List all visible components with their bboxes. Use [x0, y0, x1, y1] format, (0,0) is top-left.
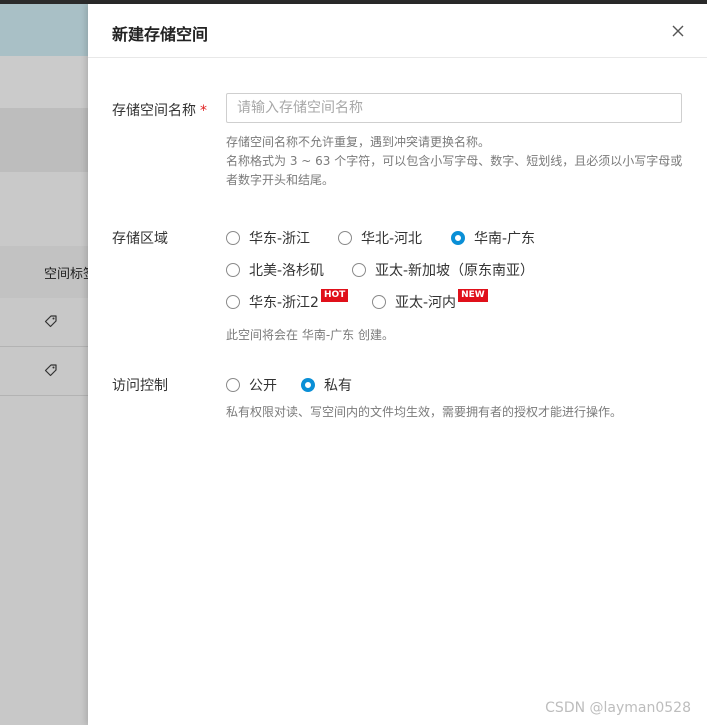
hot-badge: HOT — [320, 288, 349, 302]
create-bucket-drawer: 新建存储空间 存储空间名称* 存储空间名称不允许重复，遇到冲突请更换名称。 名称… — [88, 4, 707, 725]
radio-circle[interactable] — [338, 231, 352, 245]
radio-circle[interactable] — [226, 231, 240, 245]
hint-line: 名称格式为 3 ~ 63 个字符，可以包含小写字母、数字、短划线，且必须以小写字… — [226, 154, 683, 168]
drawer-header: 新建存储空间 — [88, 4, 707, 58]
bucket-name-input[interactable] — [226, 93, 682, 123]
region-option-ap-hanoi[interactable]: 亚太-河内 NEW — [372, 288, 488, 312]
region-option-huabei-hebei[interactable]: 华北-河北 — [338, 228, 422, 248]
region-option-na-los-angeles[interactable]: 北美-洛杉矶 — [226, 260, 324, 280]
region-option-huadong-zhejiang[interactable]: 华东-浙江 — [226, 228, 310, 248]
region-option-label: 华东-浙江2 — [249, 295, 319, 311]
region-option-label: 华南-广东 — [474, 231, 536, 247]
tag-icon[interactable] — [44, 314, 58, 328]
close-icon[interactable] — [670, 23, 686, 39]
region-option-label: 华东-浙江 — [249, 231, 311, 247]
region-label: 存储区域 — [112, 231, 168, 247]
new-badge: NEW — [458, 288, 488, 302]
drawer-title: 新建存储空间 — [112, 25, 209, 44]
access-option-private[interactable]: 私有 — [301, 375, 352, 395]
bucket-name-hint: 存储空间名称不允许重复，遇到冲突请更换名称。 名称格式为 3 ~ 63 个字符，… — [226, 133, 686, 190]
access-option-public[interactable]: 公开 — [226, 375, 277, 395]
radio-circle-checked[interactable] — [451, 231, 465, 245]
toolbar-band — [0, 56, 88, 108]
watermark: CSDN @layman0528 — [545, 700, 691, 716]
region-option-huanan-guangdong[interactable]: 华南-广东 — [451, 228, 535, 248]
content-band — [0, 172, 88, 246]
region-option-label: 亚太-河内 — [395, 295, 457, 311]
radio-circle[interactable] — [352, 263, 366, 277]
radio-circle-checked[interactable] — [301, 378, 315, 392]
region-option-ap-singapore[interactable]: 亚太-新加坡（原东南亚） — [352, 260, 534, 280]
radio-circle[interactable] — [372, 295, 386, 309]
table-row[interactable] — [0, 347, 88, 396]
access-option-label: 公开 — [249, 378, 277, 394]
region-option-huadong-zhejiang2[interactable]: 华东-浙江2 HOT — [226, 288, 349, 312]
access-option-label: 私有 — [324, 378, 352, 394]
hint-line: 者数字开头和结尾。 — [226, 173, 335, 187]
header-band — [0, 4, 88, 56]
radio-circle[interactable] — [226, 378, 240, 392]
access-note: 私有权限对读、写空间内的文件均生效，需要拥有者的授权才能进行操作。 — [226, 405, 623, 419]
region-option-label: 亚太-新加坡（原东南亚） — [375, 263, 535, 279]
region-option-label: 华北-河北 — [361, 231, 423, 247]
region-note: 此空间将会在 华南-广东 创建。 — [226, 328, 394, 342]
bucket-name-label: 存储空间名称 * — [112, 103, 207, 119]
filter-band — [0, 108, 88, 172]
radio-circle[interactable] — [226, 295, 240, 309]
radio-circle[interactable] — [226, 263, 240, 277]
region-option-label: 北美-洛杉矶 — [249, 263, 325, 279]
hint-line: 存储空间名称不允许重复，遇到冲突请更换名称。 — [226, 135, 491, 149]
access-control-label: 访问控制 — [112, 378, 168, 394]
tag-icon[interactable] — [44, 363, 58, 377]
required-mark: * — [200, 103, 207, 119]
table-row[interactable] — [0, 298, 88, 347]
